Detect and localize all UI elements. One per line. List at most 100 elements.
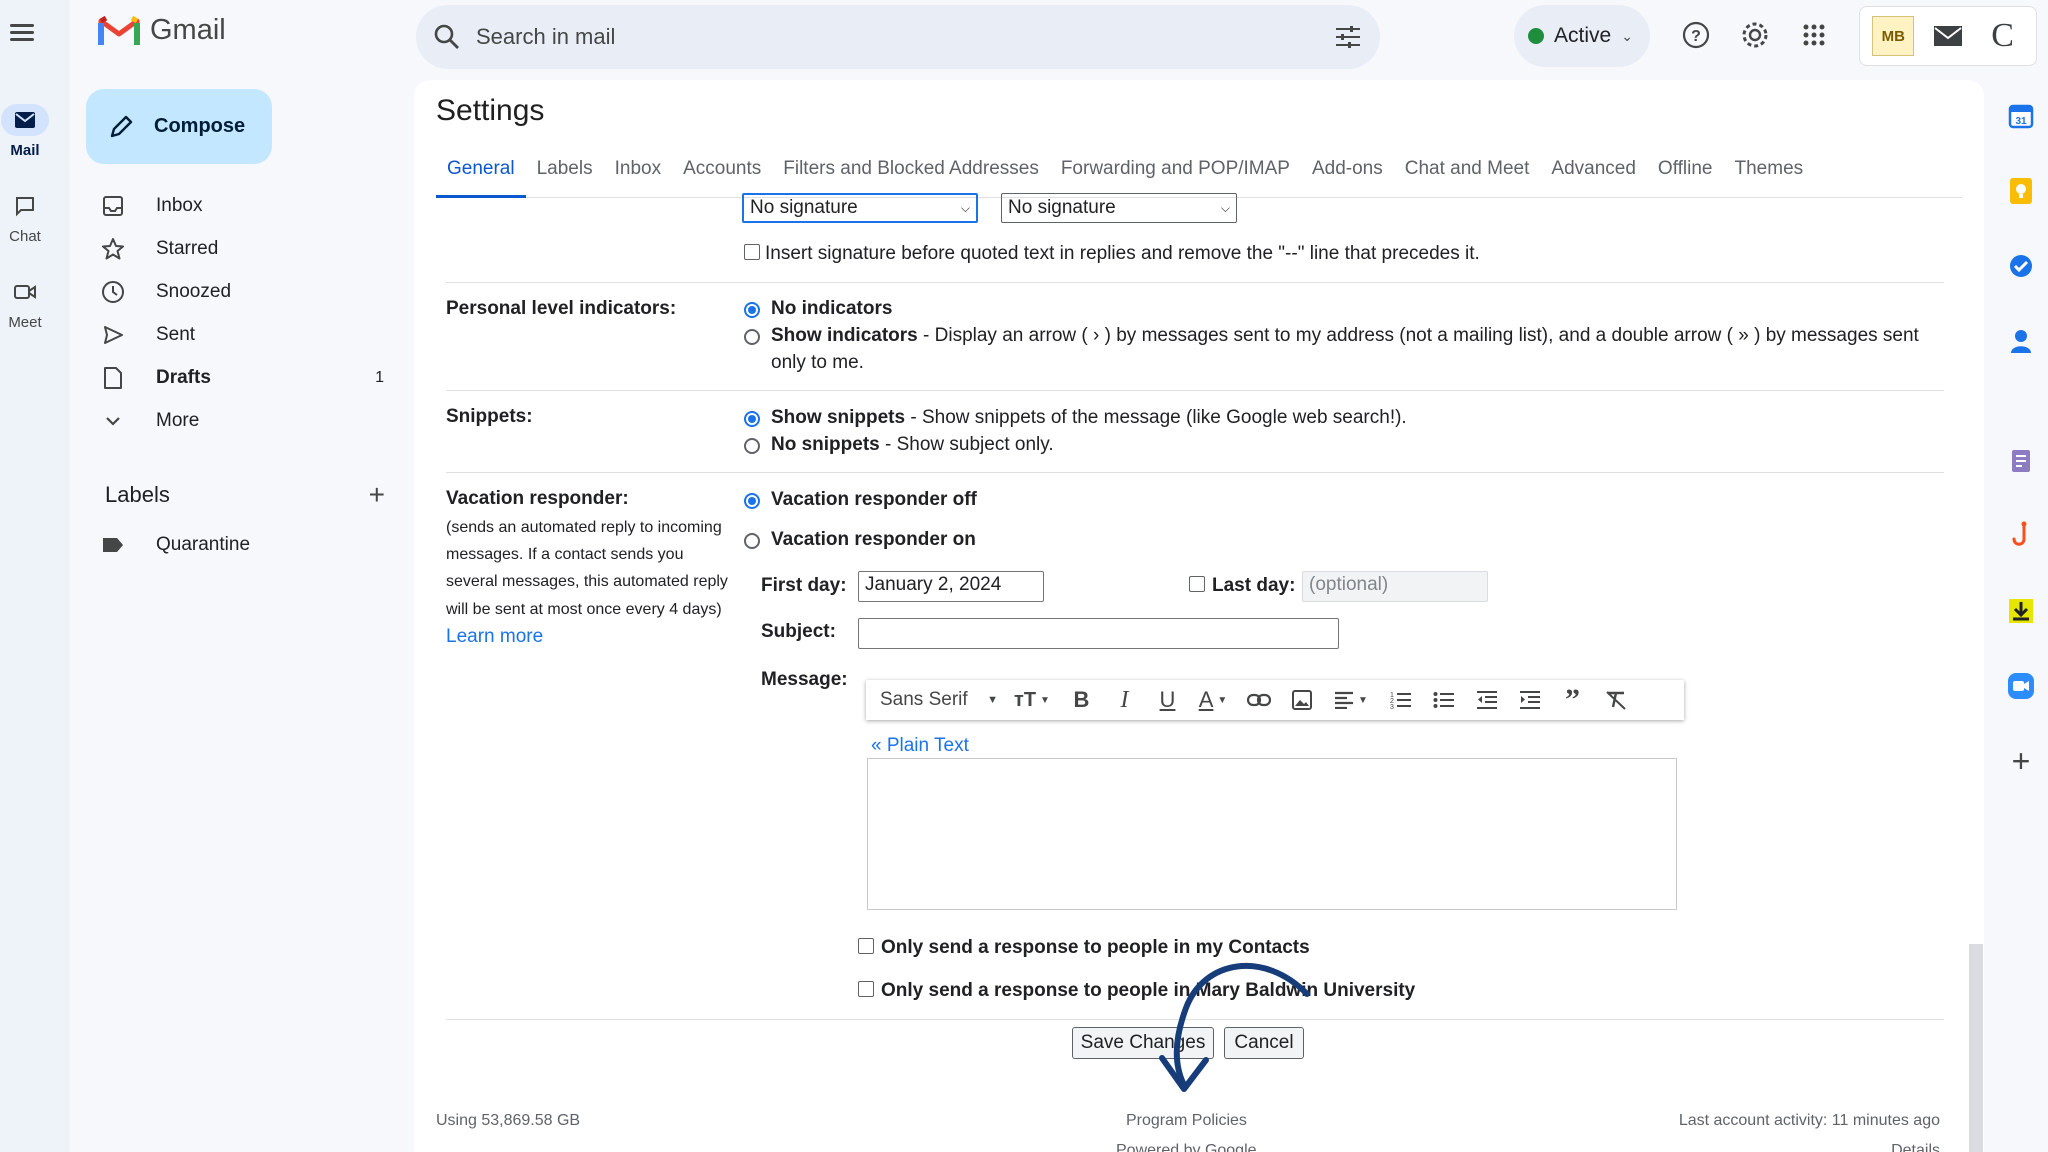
align-icon[interactable]: ▼ (1323, 680, 1379, 720)
settings-gear-icon[interactable] (1738, 18, 1772, 52)
show-snippets-radio[interactable] (744, 411, 760, 427)
tab-offline[interactable]: Offline (1647, 154, 1724, 198)
gmail-m-icon (98, 15, 140, 45)
clock-icon (100, 279, 126, 305)
no-indicators-label: No indicators (771, 298, 893, 319)
tab-inbox[interactable]: Inbox (604, 154, 672, 198)
account-switcher[interactable]: MB C (1859, 6, 2037, 66)
notes-addon-icon[interactable] (2005, 445, 2037, 477)
contacts-icon[interactable] (2005, 325, 2037, 357)
no-indicators-radio[interactable] (744, 302, 760, 318)
keep-icon[interactable] (2005, 175, 2037, 207)
tab-general[interactable]: General (436, 154, 526, 198)
apps-grid-icon[interactable] (1797, 18, 1831, 52)
image-icon[interactable] (1280, 680, 1323, 720)
tasks-icon[interactable] (2005, 250, 2037, 282)
tab-chat-meet[interactable]: Chat and Meet (1394, 154, 1541, 198)
bold-icon[interactable]: B (1060, 680, 1103, 720)
rail-item-meet[interactable]: Meet (0, 276, 50, 331)
add-addon-icon[interactable]: + (2005, 743, 2037, 779)
help-icon[interactable]: ? (1679, 18, 1713, 52)
nav-item-sent[interactable]: Sent (100, 315, 390, 355)
search-options-icon[interactable] (1334, 25, 1362, 49)
show-indicators-radio[interactable] (744, 329, 760, 345)
remove-formatting-icon[interactable] (1594, 680, 1637, 720)
contacts-only-checkbox[interactable] (858, 938, 874, 954)
font-family-select[interactable]: Sans Serif ▼ (874, 680, 1004, 720)
signature-reply-select[interactable]: No signature ⌵ (1001, 193, 1237, 223)
indent-more-icon[interactable] (1508, 680, 1551, 720)
indent-less-icon[interactable] (1465, 680, 1508, 720)
tab-labels[interactable]: Labels (526, 154, 604, 198)
search-input[interactable]: Search in mail (476, 24, 1334, 50)
status-selector[interactable]: Active ⌄ (1514, 5, 1650, 67)
subject-label: Subject: (761, 621, 836, 642)
zoom-addon-icon[interactable] (2005, 670, 2037, 702)
storage-usage: Using 53,869.58 GB (436, 1112, 581, 1129)
rail-item-mail[interactable]: Mail (0, 104, 50, 159)
program-policies-link[interactable]: Program Policies (1126, 1112, 1247, 1130)
gmail-logo[interactable]: Gmail (98, 14, 226, 47)
hook-addon-icon[interactable] (2005, 520, 2037, 552)
link-icon[interactable] (1237, 680, 1280, 720)
avatar[interactable]: C (1982, 16, 2024, 56)
quote-icon[interactable]: ” (1551, 680, 1594, 720)
divider (446, 472, 1944, 473)
vacation-desc-1: (sends an automated reply to incoming (446, 519, 722, 536)
italic-icon[interactable]: I (1103, 680, 1146, 720)
first-day-input[interactable]: January 2, 2024 (858, 571, 1044, 602)
send-icon (100, 322, 126, 348)
mail-icon (1, 104, 49, 136)
vacation-on-radio[interactable] (744, 533, 760, 549)
last-day-input[interactable]: (optional) (1302, 571, 1488, 602)
nav-item-inbox[interactable]: Inbox (100, 186, 390, 226)
nav-item-starred[interactable]: Starred (100, 229, 390, 269)
settings-tabs: General Labels Inbox Accounts Filters an… (436, 154, 1962, 198)
learn-more-link[interactable]: Learn more (446, 623, 543, 651)
signature-new-select[interactable]: No signature ⌵ (742, 193, 978, 223)
tab-themes[interactable]: Themes (1724, 154, 1815, 198)
search-icon[interactable] (434, 24, 460, 50)
text-color-icon[interactable]: A ▼ (1189, 680, 1237, 720)
rail-mail-label: Mail (10, 142, 40, 159)
details-link[interactable]: Details (1891, 1142, 1940, 1152)
font-size-icon[interactable]: тT ▼ (1004, 680, 1060, 720)
scrollbar[interactable] (1969, 944, 1983, 1152)
last-day-checkbox[interactable] (1189, 576, 1205, 592)
plain-text-link[interactable]: « Plain Text (871, 732, 969, 760)
no-snippets-radio[interactable] (744, 438, 760, 454)
nav-label-sent: Sent (156, 324, 196, 345)
org-only-checkbox[interactable] (858, 981, 874, 997)
calendar-icon[interactable]: 31 (2005, 100, 2037, 132)
underline-icon[interactable]: U (1146, 680, 1189, 720)
main-menu-icon[interactable] (10, 20, 38, 48)
settings-panel: Settings General Labels Inbox Accounts F… (414, 80, 1984, 1152)
tab-addons[interactable]: Add-ons (1301, 154, 1394, 198)
nav-item-label-quarantine[interactable]: Quarantine (100, 525, 390, 565)
tab-filters[interactable]: Filters and Blocked Addresses (772, 154, 1050, 198)
add-label-icon[interactable]: + (369, 479, 385, 511)
insert-signature-label: Insert signature before quoted text in r… (765, 243, 1480, 264)
subject-input[interactable] (858, 618, 1339, 649)
search-bar[interactable]: Search in mail (416, 5, 1380, 69)
app-name: Gmail (150, 14, 226, 46)
nav-item-drafts[interactable]: Drafts 1 (100, 358, 390, 398)
rail-item-chat[interactable]: Chat (0, 190, 50, 245)
powered-by: Powered by Google (1116, 1142, 1257, 1152)
download-addon-icon[interactable] (2005, 595, 2037, 627)
tab-accounts[interactable]: Accounts (672, 154, 772, 198)
nav-item-snoozed[interactable]: Snoozed (100, 272, 390, 312)
chevron-down-icon: ⌄ (1621, 27, 1633, 44)
labels-header: Labels + (105, 479, 385, 511)
tab-forwarding[interactable]: Forwarding and POP/IMAP (1050, 154, 1301, 198)
first-day-label: First day: (761, 575, 847, 596)
vacation-off-radio[interactable] (744, 493, 760, 509)
compose-button[interactable]: Compose (86, 89, 272, 164)
chevron-down-icon: ⌵ (1220, 200, 1230, 215)
show-snippets-title: Show snippets (771, 407, 906, 428)
numbered-list-icon[interactable]: 123 (1379, 680, 1422, 720)
nav-item-more[interactable]: More (100, 401, 390, 441)
tab-advanced[interactable]: Advanced (1540, 154, 1647, 198)
insert-signature-checkbox[interactable] (744, 244, 760, 260)
bulleted-list-icon[interactable] (1422, 680, 1465, 720)
